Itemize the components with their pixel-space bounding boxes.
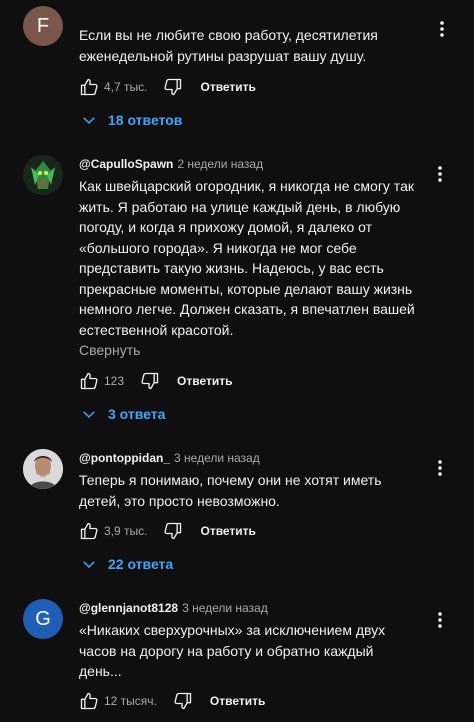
comment-actions: 3,9 тыс. Ответить bbox=[77, 519, 256, 543]
replies-toggle[interactable]: 22 ответа bbox=[80, 553, 173, 575]
comment-actions: 123 Ответить bbox=[77, 369, 232, 393]
like-count: 3,9 тыс. bbox=[104, 524, 148, 538]
like-icon[interactable] bbox=[77, 689, 101, 713]
comment-time[interactable]: 2 недели назад bbox=[177, 157, 263, 171]
avatar[interactable] bbox=[23, 449, 63, 489]
dislike-icon[interactable] bbox=[161, 519, 185, 543]
author-name[interactable]: @CapulloSpawn bbox=[79, 157, 173, 171]
avatar-image bbox=[23, 449, 63, 489]
dislike-icon[interactable] bbox=[171, 689, 195, 713]
reply-button[interactable]: Ответить bbox=[200, 524, 255, 538]
avatar-letter: G bbox=[35, 607, 51, 630]
comment-text: «Никаких сверхурочных» за исключением дв… bbox=[79, 622, 386, 679]
comment-header: @pontoppidan_ 3 недели назад bbox=[79, 451, 260, 465]
comment-actions: 4,7 тыс. Ответить bbox=[77, 75, 256, 99]
avatar[interactable]: G bbox=[23, 599, 63, 639]
avatar[interactable]: F bbox=[23, 6, 63, 46]
avatar-letter: F bbox=[36, 14, 50, 37]
chevron-down-icon bbox=[83, 561, 95, 569]
dislike-icon[interactable] bbox=[161, 75, 185, 99]
comment-time[interactable]: 3 недели назад bbox=[182, 601, 268, 615]
replies-count: 18 ответов bbox=[108, 112, 183, 128]
replies-count: 3 ответа bbox=[108, 406, 166, 422]
author-name[interactable]: @pontoppidan_ bbox=[79, 451, 170, 465]
replies-toggle[interactable]: 18 ответов bbox=[80, 109, 182, 131]
dislike-icon[interactable] bbox=[138, 369, 162, 393]
more-options-icon[interactable] bbox=[432, 456, 448, 480]
more-options-icon[interactable] bbox=[432, 162, 448, 186]
like-icon[interactable] bbox=[77, 369, 101, 393]
reply-button[interactable]: Ответить bbox=[177, 374, 232, 388]
like-count: 12 тысяч. bbox=[104, 694, 157, 708]
chevron-down-icon bbox=[83, 411, 95, 419]
like-icon[interactable] bbox=[77, 519, 101, 543]
author-name[interactable]: @glennjanot8128 bbox=[79, 601, 178, 615]
chevron-down-icon bbox=[83, 117, 95, 125]
replies-count: 22 ответа bbox=[108, 556, 174, 572]
comment-time[interactable]: 3 недели назад bbox=[174, 451, 260, 465]
reply-button[interactable]: Ответить bbox=[200, 80, 255, 94]
comment-text: Если вы не любите свою работу, десятилет… bbox=[79, 27, 378, 64]
comment-actions: 12 тысяч. Ответить bbox=[77, 689, 265, 713]
reply-button[interactable]: Ответить bbox=[210, 694, 265, 708]
comment-header: @CapulloSpawn 2 недели назад bbox=[79, 157, 263, 171]
collapse-button[interactable]: Свернуть bbox=[79, 342, 140, 358]
avatar[interactable] bbox=[23, 155, 63, 195]
like-count: 4,7 тыс. bbox=[104, 80, 148, 94]
more-options-icon[interactable] bbox=[432, 608, 448, 632]
comment-text: Как швейцарский огородник, я никогда не … bbox=[79, 178, 415, 338]
replies-toggle[interactable]: 3 ответа bbox=[80, 403, 165, 425]
like-icon[interactable] bbox=[77, 75, 101, 99]
avatar-image bbox=[23, 155, 63, 195]
like-count: 123 bbox=[104, 374, 125, 388]
comment-header: @glennjanot8128 3 недели назад bbox=[79, 601, 268, 615]
comment-text: Теперь я понимаю, почему они не хотят им… bbox=[79, 472, 382, 509]
more-options-icon[interactable] bbox=[434, 17, 450, 41]
